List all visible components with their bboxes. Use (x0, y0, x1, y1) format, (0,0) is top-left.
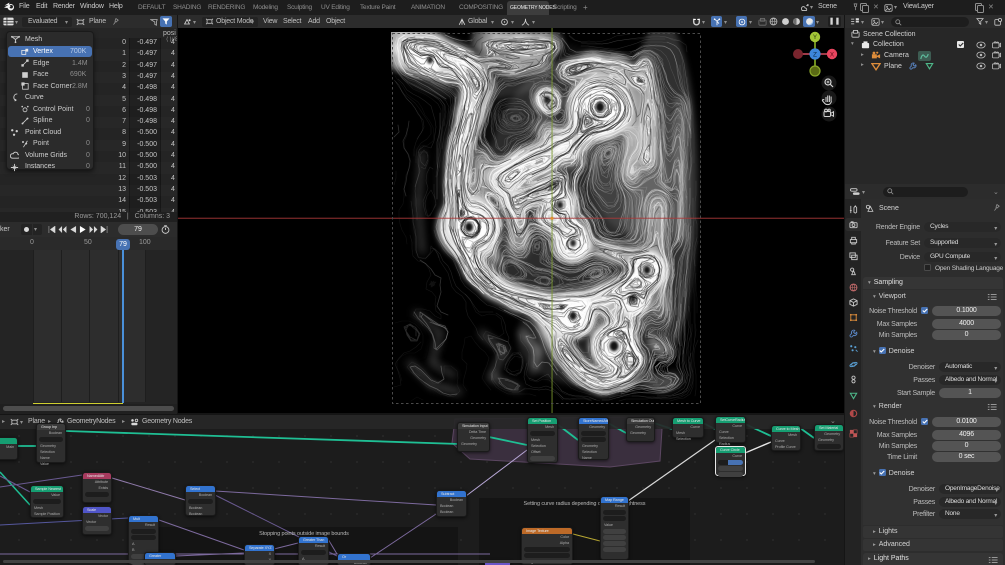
svg-text:Z: Z (813, 51, 817, 58)
svg-text:X: X (830, 52, 834, 58)
svg-text:Y: Y (813, 35, 817, 41)
